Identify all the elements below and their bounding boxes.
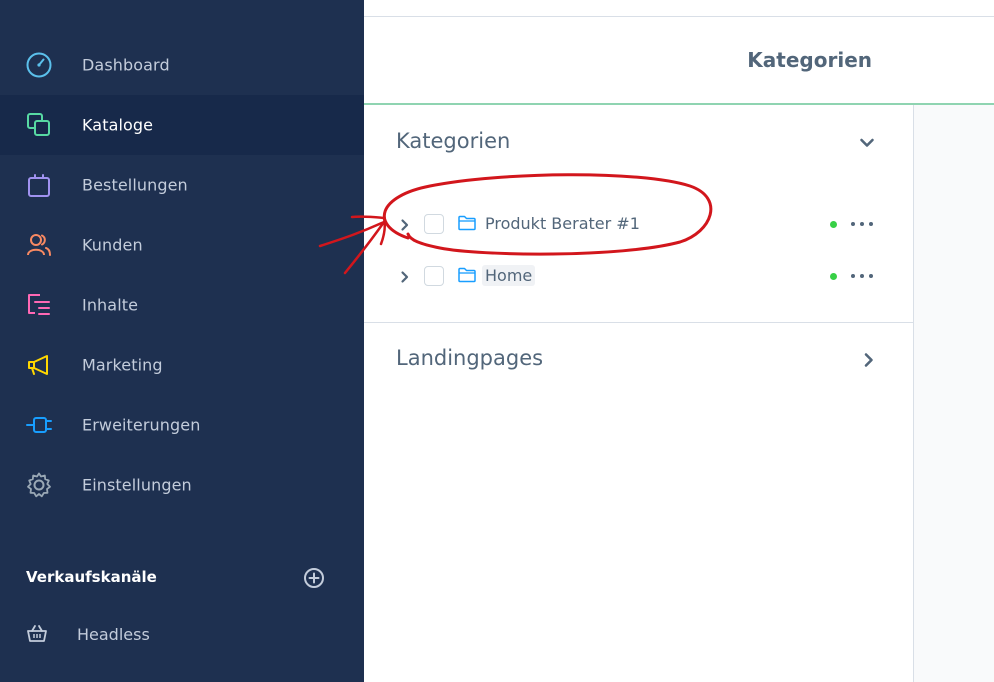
sidebar-item-einstellungen[interactable]: Einstellungen bbox=[0, 455, 364, 515]
sidebar-item-label: Inhalte bbox=[82, 295, 139, 315]
sidebar-item-marketing[interactable]: Marketing bbox=[0, 335, 364, 395]
tree-item-label[interactable]: Produkt Berater #1 bbox=[482, 213, 643, 234]
chevron-right-icon[interactable] bbox=[398, 269, 412, 283]
add-sales-channel-button[interactable] bbox=[303, 567, 325, 589]
card-divider bbox=[364, 322, 913, 323]
sales-channels-title: Verkaufskanäle bbox=[26, 568, 157, 586]
status-dot bbox=[830, 273, 837, 280]
tree-item-checkbox[interactable] bbox=[424, 214, 444, 234]
more-actions-icon[interactable] bbox=[851, 267, 873, 285]
users-icon bbox=[24, 230, 54, 260]
shopping-bag-icon bbox=[24, 170, 54, 200]
plug-icon bbox=[24, 410, 54, 440]
sidebar-item-kataloge[interactable]: Kataloge bbox=[0, 95, 364, 155]
chevron-down-icon[interactable] bbox=[858, 134, 876, 152]
sidebar-item-erweiterungen[interactable]: Erweiterungen bbox=[0, 395, 364, 455]
dashboard-icon bbox=[24, 50, 54, 80]
sidebar-item-bestellungen[interactable]: Bestellungen bbox=[0, 155, 364, 215]
gear-icon bbox=[24, 470, 54, 500]
landingpages-card-title[interactable]: Landingpages bbox=[396, 346, 543, 370]
categories-card-title[interactable]: Kategorien bbox=[396, 129, 510, 153]
sidebar-item-label: Erweiterungen bbox=[82, 415, 201, 435]
megaphone-icon bbox=[24, 350, 54, 380]
content-icon bbox=[24, 290, 54, 320]
basket-icon bbox=[26, 623, 48, 645]
page-title: Kategorien bbox=[747, 48, 872, 72]
sidebar-item-label: Bestellungen bbox=[82, 175, 188, 195]
sidebar-item-inhalte[interactable]: Inhalte bbox=[0, 275, 364, 335]
sidebar-item-label: Kataloge bbox=[82, 115, 154, 135]
chevron-right-icon[interactable] bbox=[398, 217, 412, 231]
chevron-right-icon[interactable] bbox=[860, 351, 878, 369]
sidebar-item-label: Kunden bbox=[82, 235, 143, 255]
plus-circle-icon bbox=[304, 568, 324, 588]
sales-channel-label: Headless bbox=[77, 625, 150, 644]
sidebar-item-dashboard[interactable]: Dashboard bbox=[0, 35, 364, 95]
tree-item-label[interactable]: Home bbox=[482, 265, 536, 286]
sidebar-item-kunden[interactable]: Kunden bbox=[0, 215, 364, 275]
catalog-icon bbox=[24, 110, 54, 140]
status-dot bbox=[830, 221, 837, 228]
tree-item[interactable]: Produkt Berater #1 bbox=[396, 209, 886, 239]
content-pane bbox=[913, 105, 994, 682]
more-actions-icon[interactable] bbox=[851, 215, 873, 233]
folder-icon bbox=[458, 215, 476, 231]
sidebar: Dashboard Kataloge Bestellungen Kunden I… bbox=[0, 0, 364, 682]
sidebar-item-label: Einstellungen bbox=[82, 475, 192, 495]
folder-icon bbox=[458, 267, 476, 283]
sidebar-item-label: Dashboard bbox=[82, 55, 170, 75]
tree-item-checkbox[interactable] bbox=[424, 266, 444, 286]
topbar-divider bbox=[364, 16, 994, 17]
header-accent-line bbox=[364, 103, 994, 105]
sidebar-item-label: Marketing bbox=[82, 355, 163, 375]
tree-item[interactable]: Home bbox=[396, 261, 886, 291]
sales-channel-headless[interactable]: Headless bbox=[0, 612, 364, 656]
